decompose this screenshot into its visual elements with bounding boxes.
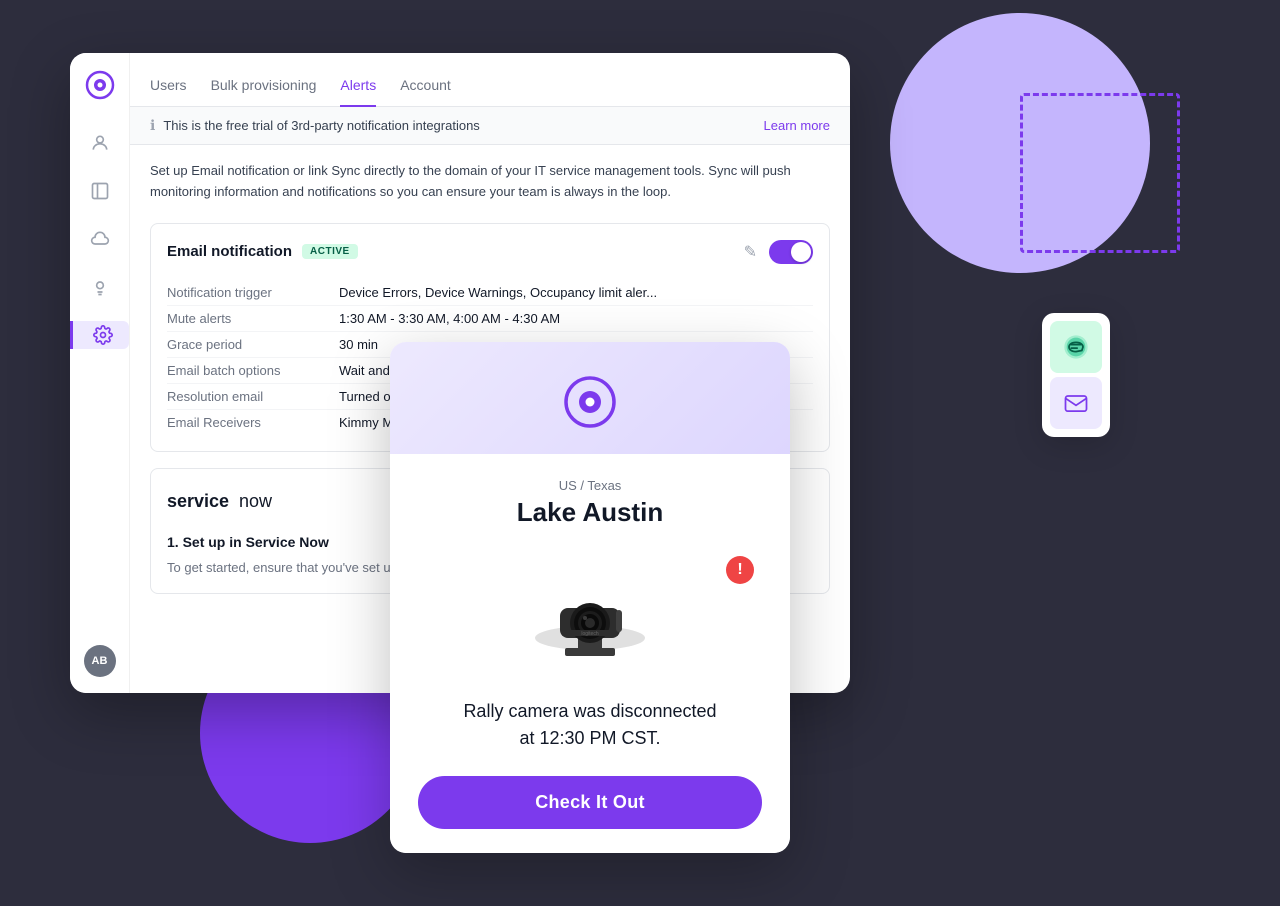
label-mute-alerts: Mute alerts — [167, 311, 327, 326]
section-header: Email notification ACTIVE ✎ — [167, 240, 813, 264]
table-row: Mute alerts 1:30 AM - 3:30 AM, 4:00 AM -… — [167, 306, 813, 332]
tab-account[interactable]: Account — [400, 69, 451, 107]
check-it-out-button[interactable]: Check It Out — [418, 776, 762, 829]
label-resolution-email: Resolution email — [167, 389, 327, 404]
svg-text:now: now — [239, 491, 273, 511]
toggle-switch[interactable] — [769, 240, 813, 264]
sidebar-icon-bulb[interactable] — [86, 273, 114, 301]
info-banner: ℹ This is the free trial of 3rd-party no… — [130, 107, 850, 145]
edit-icon[interactable]: ✎ — [744, 242, 757, 262]
sidebar-icon-cloud[interactable] — [86, 225, 114, 253]
sidebar: AB — [70, 53, 130, 693]
section-actions: ✎ — [744, 240, 813, 264]
description-text: Set up Email notification or link Sync d… — [150, 161, 830, 203]
label-notification-trigger: Notification trigger — [167, 285, 327, 300]
svg-text:logitech: logitech — [581, 631, 598, 637]
label-grace-period: Grace period — [167, 337, 327, 352]
notification-card: US / Texas Lake Austin — [390, 342, 790, 853]
card-header — [390, 342, 790, 454]
label-email-receivers: Email Receivers — [167, 415, 327, 430]
banner-message: This is the free trial of 3rd-party noti… — [163, 118, 479, 133]
email-icon-button[interactable] — [1050, 377, 1102, 429]
card-room-name: Lake Austin — [418, 497, 762, 528]
side-icons-panel — [1042, 313, 1110, 437]
decorative-dashed-box — [1020, 93, 1180, 253]
tab-bulk-provisioning[interactable]: Bulk provisioning — [211, 69, 317, 107]
table-row: Notification trigger Device Errors, Devi… — [167, 280, 813, 306]
user-avatar[interactable]: AB — [84, 645, 116, 677]
sidebar-icon-book[interactable] — [86, 177, 114, 205]
card-location: US / Texas — [418, 478, 762, 493]
tab-alerts[interactable]: Alerts — [340, 69, 376, 107]
card-message: Rally camera was disconnected at 12:30 P… — [418, 698, 762, 752]
camera-image: logitech — [510, 548, 670, 678]
value-grace-period: 30 min — [339, 337, 378, 352]
learn-more-link[interactable]: Learn more — [764, 118, 830, 133]
tab-users[interactable]: Users — [150, 69, 187, 107]
sidebar-icon-users[interactable] — [86, 129, 114, 157]
chat-icon-button[interactable] — [1050, 321, 1102, 373]
sidebar-icon-settings[interactable] — [70, 321, 129, 349]
nav-tabs: Users Bulk provisioning Alerts Account — [130, 53, 850, 107]
active-badge: ACTIVE — [302, 244, 358, 259]
app-logo[interactable] — [84, 69, 116, 101]
toggle-knob — [791, 242, 811, 262]
card-device-container: logitech ! — [418, 548, 762, 678]
error-badge: ! — [726, 556, 754, 584]
value-notification-trigger: Device Errors, Device Warnings, Occupanc… — [339, 285, 657, 300]
value-resolution-email: Turned on — [339, 389, 398, 404]
value-mute-alerts: 1:30 AM - 3:30 AM, 4:00 AM - 4:30 AM — [339, 311, 560, 326]
svg-text:service: service — [167, 491, 229, 511]
label-email-batch: Email batch options — [167, 363, 327, 378]
section-title: Email notification — [167, 243, 292, 260]
info-icon: ℹ — [150, 117, 155, 134]
card-body: US / Texas Lake Austin — [390, 454, 790, 853]
